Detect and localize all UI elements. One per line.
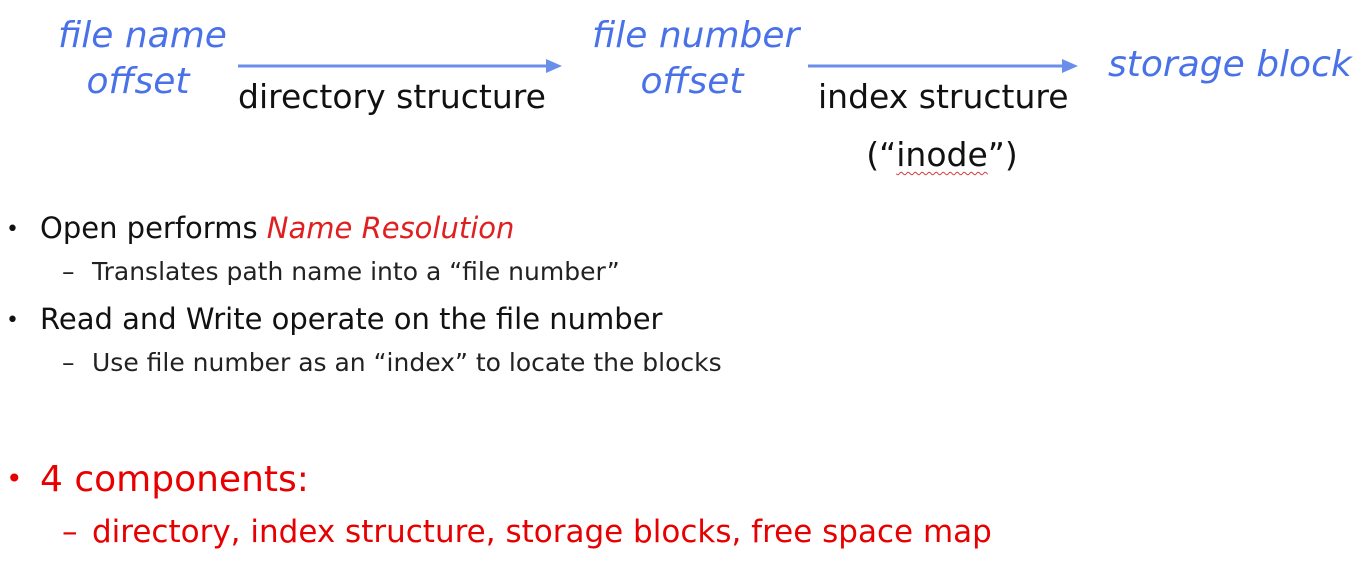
node-file-name-line2: offset xyxy=(86,61,190,102)
node-file-name-line1: file name xyxy=(58,15,227,56)
bullet-dot: • xyxy=(6,308,19,333)
edge-label-inode-prefix: (“ xyxy=(866,135,897,174)
bullet-read-write-text: Read and Write operate on the file numbe… xyxy=(40,302,663,336)
edge-label-directory-structure: directory structure xyxy=(238,77,546,116)
edge-label-inode-suffix: ”) xyxy=(987,135,1018,174)
node-file-name-offset: file name offset xyxy=(58,13,227,105)
bullet-read-write: • Read and Write operate on the file numb… xyxy=(0,301,662,339)
sub-bullet-components-list: – directory, index structure, storage blo… xyxy=(62,512,992,552)
sub-bullet-components-list-text: directory, index structure, storage bloc… xyxy=(92,514,992,550)
bullet-open-text: Open performs xyxy=(40,211,267,245)
node-file-number-line1: file number xyxy=(592,15,800,56)
edge-label-inode: (“inode”) xyxy=(818,132,1066,178)
node-file-number-offset: file number offset xyxy=(592,13,800,105)
bullet-dot: • xyxy=(6,217,19,242)
sub-bullet-translate-text: Translates path name into a “file number… xyxy=(92,257,620,286)
node-storage-block: storage block xyxy=(1108,42,1352,88)
bullet-components-text: 4 components: xyxy=(40,459,309,500)
sub-bullet-index-text: Use file number as an “index” to locate … xyxy=(92,348,722,377)
sub-bullet-dash: – xyxy=(62,514,78,550)
bullet-components: • 4 components: xyxy=(0,457,309,502)
sub-bullet-dash: – xyxy=(62,257,75,286)
bullet-open-emphasis: Name Resolution xyxy=(266,211,515,245)
node-file-number-line2: offset xyxy=(640,61,744,102)
node-storage-block-line1: storage block xyxy=(1108,44,1352,85)
bullet-open: • Open performs Name Resolution xyxy=(0,210,514,248)
sub-bullet-dash: – xyxy=(62,348,75,377)
edge-label-index-line1: index structure xyxy=(818,77,1069,116)
edge-label-inode-word: inode xyxy=(896,135,988,174)
arrow-directory xyxy=(238,59,562,73)
bullet-dot: • xyxy=(6,462,23,495)
sub-bullet-translate: – Translates path name into a “file numbe… xyxy=(62,256,620,288)
edge-label-index-structure: index structure (“inode”) xyxy=(818,74,1069,178)
arrow-index xyxy=(808,59,1078,73)
sub-bullet-index: – Use file number as an “index” to locate… xyxy=(62,347,722,379)
